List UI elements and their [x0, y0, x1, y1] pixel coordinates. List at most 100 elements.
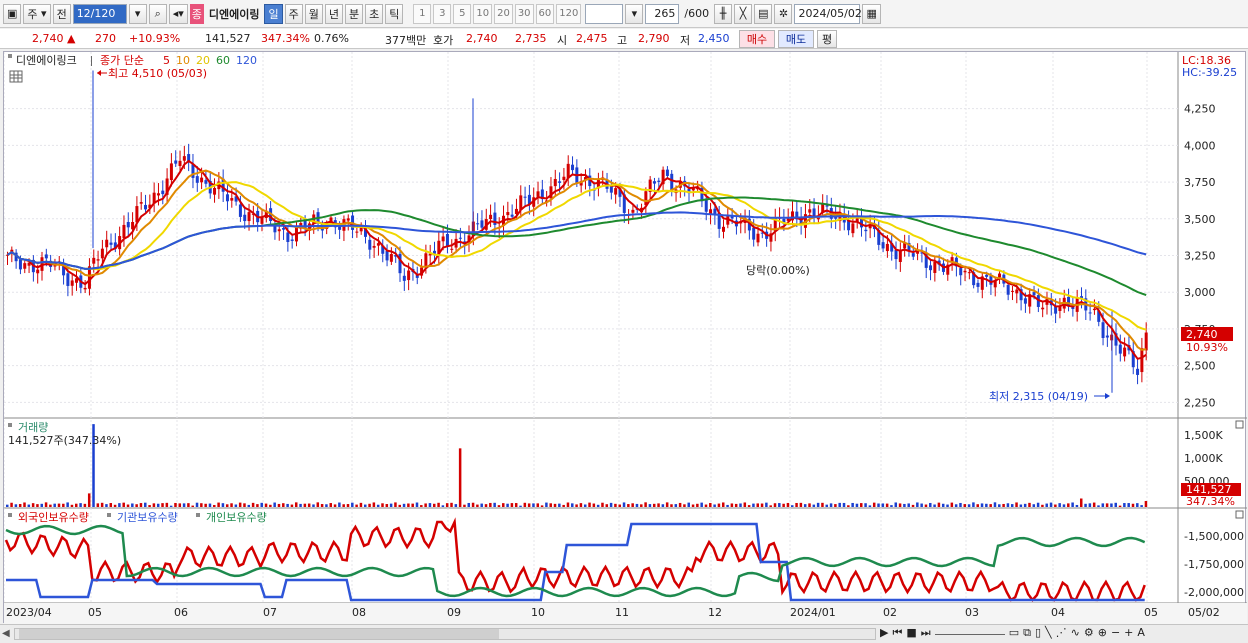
- save-icon[interactable]: ▤: [754, 3, 773, 24]
- volume-bar: [351, 502, 354, 507]
- rewind-icon[interactable]: ⏮: [892, 626, 902, 640]
- volume-bar: [881, 503, 885, 507]
- layout-icon[interactable]: ▣: [3, 3, 22, 24]
- tab-week[interactable]: 주: [284, 3, 303, 24]
- line-tool-icon[interactable]: ╲: [1045, 626, 1052, 640]
- sell-button[interactable]: 매도: [778, 30, 814, 48]
- chart-svg[interactable]: 디엔에이링크 종가 단순 5 10 20 60 120 최고 4,510 (05…: [3, 52, 1247, 624]
- candle-body: [670, 173, 674, 191]
- eval-button[interactable]: 평: [817, 30, 837, 48]
- candle-body: [480, 220, 484, 228]
- candle-body: [933, 261, 937, 273]
- candle-body: [230, 198, 234, 201]
- candle-icon[interactable]: ╫: [714, 3, 733, 24]
- high-value: 2,790: [638, 32, 670, 45]
- volume-bar: [545, 502, 548, 507]
- candle-body: [243, 214, 247, 222]
- hc-label: HC:-39.25: [1182, 66, 1237, 79]
- stop-icon[interactable]: ■: [906, 626, 916, 640]
- table-icon[interactable]: [9, 70, 23, 83]
- volume-bar: [1019, 504, 1023, 507]
- period-1[interactable]: 1: [413, 3, 432, 24]
- buy-button[interactable]: 매수: [739, 30, 775, 48]
- volume-bar: [747, 505, 751, 507]
- volume-bar: [480, 503, 483, 507]
- price-y-tick: 3,000: [1184, 286, 1216, 299]
- volume-bar: [631, 503, 634, 507]
- candle-body: [652, 181, 656, 184]
- volume-bar: [562, 504, 565, 507]
- candle-body: [631, 209, 635, 213]
- dropdown-icon[interactable]: ▾: [128, 3, 147, 24]
- holdings-close-icon[interactable]: [1235, 510, 1244, 519]
- volume-bar: [894, 502, 898, 507]
- x-axis-label: 12: [708, 606, 722, 619]
- stock-code-input[interactable]: 12/120: [72, 3, 127, 24]
- trend-tool-icon[interactable]: ⋰: [1056, 626, 1067, 640]
- period-5[interactable]: 5: [453, 3, 472, 24]
- scroll-left-icon[interactable]: ◀: [2, 628, 10, 639]
- play-icon[interactable]: ▶: [880, 626, 888, 640]
- legend-individual: 개인보유수량: [206, 511, 267, 524]
- volume-bar: [161, 503, 164, 507]
- zoom-slider[interactable]: [934, 634, 1005, 635]
- minus-icon[interactable]: −: [1111, 626, 1120, 640]
- volume-close-icon[interactable]: [1235, 420, 1244, 429]
- volume-bar: [704, 504, 708, 507]
- search-icon[interactable]: ⌕: [148, 3, 167, 24]
- horizontal-scrollbar[interactable]: [14, 628, 876, 640]
- tab-minute[interactable]: 분: [344, 3, 364, 24]
- volume-bar: [989, 504, 992, 507]
- split-icon[interactable]: ▯: [1035, 626, 1041, 640]
- period-3[interactable]: 3: [433, 3, 452, 24]
- period-unit-select[interactable]: 주 ▾: [23, 3, 51, 24]
- period-20[interactable]: 20: [494, 3, 513, 24]
- volume-bar: [1110, 503, 1113, 507]
- settings-icon[interactable]: ⚙: [1084, 626, 1094, 640]
- plus-icon[interactable]: +: [1124, 626, 1133, 640]
- volume-bar: [791, 505, 794, 507]
- candle-body: [967, 272, 971, 274]
- ask1-value: 2,740: [466, 32, 498, 45]
- cross-line-icon[interactable]: ╳: [734, 3, 753, 24]
- volume-bar: [778, 503, 781, 507]
- tab-tick[interactable]: 틱: [385, 3, 404, 24]
- font-size-icon[interactable]: A: [1137, 626, 1145, 640]
- tab-year[interactable]: 년: [324, 3, 343, 24]
- volume-bar: [670, 504, 673, 507]
- zoom-in-icon[interactable]: ⊕: [1098, 626, 1107, 640]
- candle-body: [247, 212, 251, 222]
- chart-type-icon[interactable]: ▭: [1009, 626, 1019, 640]
- bottom-controls: ▶ ⏮ ■ ⏭ ▭ ⧉ ▯ ╲ ⋰ ∿ ⚙ ⊕ − + A: [880, 626, 1145, 640]
- calendar-icon[interactable]: ▦: [862, 3, 881, 24]
- volume-bar: [126, 504, 130, 507]
- volume-bar: [821, 502, 824, 507]
- gear-icon[interactable]: ✲: [774, 3, 793, 24]
- scrollbar-thumb[interactable]: [19, 629, 499, 639]
- copy-icon[interactable]: ⧉: [1023, 626, 1031, 640]
- speaker-icon[interactable]: ◂▾: [168, 3, 188, 24]
- tab-month[interactable]: 월: [304, 3, 323, 24]
- candle-body: [178, 160, 182, 166]
- volume-bar: [10, 502, 13, 507]
- period-10[interactable]: 10: [473, 3, 493, 24]
- period-60[interactable]: 60: [535, 3, 555, 24]
- candle-body: [1032, 292, 1036, 296]
- candle-body: [225, 194, 229, 202]
- custom-period-dropdown-icon[interactable]: ▾: [625, 3, 644, 24]
- tab-second[interactable]: 초: [365, 3, 384, 24]
- period-30[interactable]: 30: [514, 3, 534, 24]
- date-input[interactable]: 2024/05/02: [794, 3, 862, 24]
- draw-tool-icon[interactable]: ∿: [1071, 626, 1080, 640]
- panel-marker-icon: [8, 54, 12, 58]
- tab-day[interactable]: 일: [264, 3, 283, 24]
- prev-button[interactable]: 전: [52, 3, 71, 24]
- period-120[interactable]: 120: [556, 3, 582, 24]
- candle-body: [36, 269, 40, 274]
- volume-bar: [980, 503, 984, 507]
- volume-bar: [450, 502, 453, 507]
- volume-bar: [993, 502, 997, 507]
- count-input[interactable]: 265: [645, 3, 680, 24]
- forward-icon[interactable]: ⏭: [921, 626, 931, 640]
- custom-period-input[interactable]: [585, 3, 624, 24]
